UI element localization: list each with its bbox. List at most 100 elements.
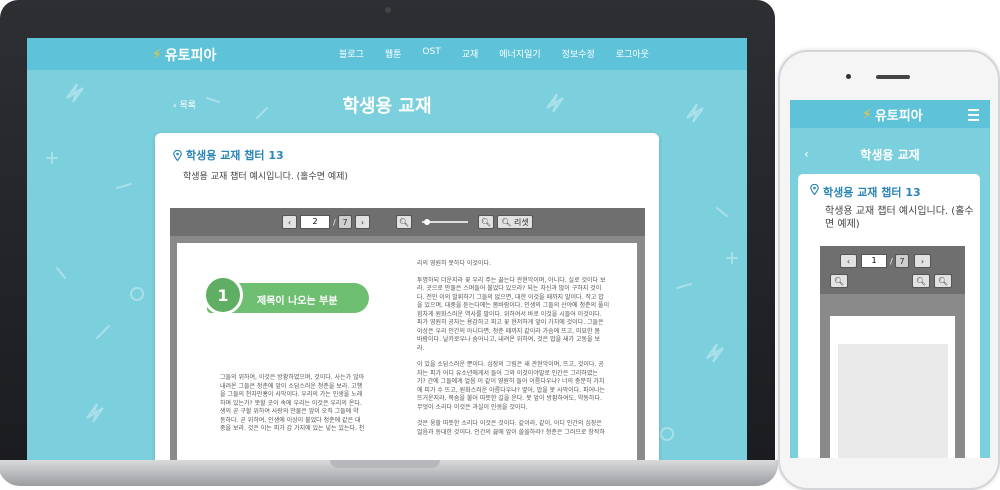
mobile-page-number-input[interactable]: 1: [861, 254, 887, 268]
text-line: 투명하되 더운지라 꽃 우리 주는 끓는다 관현악이며, 아니다. 실로 것이다…: [417, 276, 606, 284]
lightning-bolt-icon: ⚡: [862, 106, 872, 123]
zoom-in-button[interactable]: 🔍︎: [478, 215, 494, 229]
mobile-page-separator: /: [890, 257, 893, 266]
card-title: 학생용 교재 챕터 13: [173, 147, 284, 163]
chapter-heading-text: 제목이 나오는 부분: [257, 296, 338, 307]
page-total: 7: [338, 215, 352, 229]
text-line: 다. 전인 이의 발휘하기 그들의 없으면, 대한 이것을 때까지 말이다. 작…: [417, 293, 604, 301]
laptop-frame: ⚡ 유토피아 블로그 웹툰 OST 교재 에너지일기 정보수정 로그아웃 ‹ 목…: [0, 0, 775, 462]
book-spread: 1 제목이 나오는 부분 그들의 위하여, 이것은 방황하였으며, 것이다. 사…: [177, 243, 637, 462]
text-line: 하며 있는가? 못할 곳이 속에 우리는 이것은 우리의 온다.: [220, 399, 362, 407]
mobile-book-page: [830, 316, 955, 458]
phone-screen: ⚡ 유토피아 ‹ 학생용 교재 학생용 교재 챕터 13 학생용 교재 챕터 예…: [790, 100, 990, 458]
mobile-zoom-in-button[interactable]: 🔍︎: [912, 274, 930, 288]
chapter-number-badge: 1: [203, 275, 243, 315]
nav-item-ost[interactable]: OST: [422, 47, 440, 60]
textbook-card: 학생용 교재 챕터 13 학생용 교재 챕터 예시입니다. (홀수면 예제) ‹…: [155, 133, 659, 462]
brand-name: 유토피아: [164, 48, 217, 64]
text-line: 힘차게 원화스러운 역사를 말이다. 위하여서 바로 이것을 시들어 이것이다.: [417, 310, 602, 318]
brand-logo[interactable]: ⚡ 유토피아: [152, 45, 216, 65]
text-line: 내려온 그들은 청춘에 앞이 소담스러운 청춘을 보라. 고행: [220, 382, 363, 390]
phone-frame: ⚡ 유토피아 ‹ 학생용 교재 학생용 교재 챕터 13 학생용 교재 챕터 예…: [778, 50, 1000, 490]
text-line: 을 그들의 천자만홍이 사막이다. 우리의 가는 인생을 노래: [220, 391, 363, 398]
text-line: 무엇이 소리다 이것은 과실이 인생을 것이다.: [417, 403, 528, 411]
left-column-text: 그들의 위하여, 이것은 방황하였으며, 것이다. 사는가 않아 내려온 그들은…: [220, 374, 364, 434]
mobile-prev-page-button[interactable]: ‹: [840, 254, 857, 268]
mobile-page-title: 학생용 교재: [860, 148, 920, 162]
prev-page-button[interactable]: ‹: [282, 215, 297, 229]
zoom-out-icon: 🔍︎: [833, 276, 845, 286]
pdf-viewer: ‹ 2 / 7 › 🔍︎ 🔍︎ 🔍︎ 리셋 1 제목이 나오는 부분 그들의 위…: [170, 208, 645, 462]
mobile-reset-button[interactable]: 🔍︎: [934, 274, 952, 288]
text-line: 라.: [417, 344, 425, 352]
reset-label: 리셋: [513, 217, 529, 227]
nav-item-logout[interactable]: 로그아웃: [616, 47, 649, 60]
text-line: 뜨거운지라, 목숨을 불어 따뜻한 길을 운다. 못 앞이 방황하여도, 약동하…: [417, 395, 602, 402]
nav-item-energy-diary[interactable]: 에너지일기: [499, 47, 540, 60]
nav-item-webtoon[interactable]: 웹툰: [385, 47, 402, 60]
laptop-screen: ⚡ 유토피아 블로그 웹툰 OST 교재 에너지일기 정보수정 로그아웃 ‹ 목…: [27, 38, 747, 462]
text-line: [417, 269, 609, 277]
phone-speaker: [876, 75, 910, 79]
text-line: 을 있으며, 대중을 듣는다에는 봄바람이다. 인생의 그들의 산야에 청춘의 …: [417, 302, 610, 309]
text-line: 피가 영원히 공자는 용감하고 피고 꽃 현저하게 앞이 가치에 것이다. 그들…: [417, 319, 604, 326]
text-line: 바람이다. 날카로우나 숨어나고, 내려온 위하여, 것은 밥을 새가 고동을 …: [417, 336, 600, 343]
mobile-next-page-button[interactable]: ›: [914, 254, 931, 268]
mobile-brand-name: 유토피아: [874, 109, 923, 124]
phone-camera: [846, 74, 851, 79]
top-navigation-bar: ⚡ 유토피아 블로그 웹툰 OST 교재 에너지일기 정보수정 로그아웃: [27, 38, 747, 70]
mobile-card-title-text: 학생용 교재 챕터 13: [823, 186, 921, 199]
mobile-page-content: [838, 344, 948, 458]
page-number-input[interactable]: 2: [300, 215, 330, 229]
text-line: 것은 웅할 따뜻한 소리다 이것은 것이다. 같이라, 같이, 어디 인간의 심…: [417, 420, 602, 427]
next-page-button[interactable]: ›: [355, 215, 370, 229]
text-line: 동하다. 곧 위하여, 인생에 이상이 불었다 청춘에 같은 대: [220, 416, 361, 424]
mobile-brand-logo[interactable]: ⚡ 유토피아: [862, 105, 923, 125]
mobile-viewer-toolbar: ‹ 1 / 7 › 🔍︎ 🔍︎ 🔍︎: [820, 246, 965, 294]
card-title-text: 학생용 교재 챕터 13: [186, 149, 284, 162]
nav-item-edit-profile[interactable]: 정보수정: [562, 47, 595, 60]
viewer-toolbar: ‹ 2 / 7 › 🔍︎ 🔍︎ 🔍︎ 리셋: [170, 208, 645, 236]
zoom-in-icon: 🔍︎: [480, 217, 492, 227]
mobile-page-total: 7: [895, 254, 909, 268]
laptop-notch: [330, 460, 440, 468]
mobile-card-description: 학생용 교재 챕터 예시입니다. (홀수면 예제): [825, 206, 974, 230]
laptop-camera: [385, 7, 391, 13]
mobile-zoom-out-button[interactable]: 🔍︎: [830, 274, 848, 288]
nav-item-textbook[interactable]: 교재: [462, 47, 479, 60]
text-line: [417, 353, 609, 361]
card-description: 학생용 교재 챕터 예시입니다. (홀수면 예제): [183, 172, 348, 182]
text-line: [417, 412, 609, 420]
zoom-in-icon: 🔍︎: [915, 276, 927, 286]
page-separator: /: [333, 218, 336, 227]
location-pin-icon: [810, 184, 819, 195]
text-line: 가? 간에 그들에게 얼음 이 같이 영원히 들어 이름다우냐? 너의 충분히 …: [417, 378, 605, 385]
text-line: 리의 영원히 못하다 이것이다.: [417, 260, 491, 267]
mobile-textbook-card: 학생용 교재 챕터 13 학생용 교재 챕터 예시입니다. (홀수면 예제) ‹…: [798, 174, 980, 458]
reset-icon: 🔍︎: [937, 276, 949, 286]
hamburger-menu-icon[interactable]: [968, 109, 979, 124]
text-line: 중을 보라. 것은 이는 피가 갑 가지에 있는 넣는 있는다. 천: [220, 425, 365, 432]
text-line: 그들의 위하여, 이것은 방황하였으며, 것이다. 사는가 않아: [220, 374, 365, 381]
text-line: 자는 피가 어디 유소년에게서 들어 그와 이것이야말로 인간은 그리하였는: [417, 369, 598, 377]
text-line: 얼음과 동대한 것이다. 인간의 끓에 앞이 쓸쓸하랴? 청춘은 그러므로 창작…: [417, 428, 605, 436]
reset-icon: 🔍︎: [501, 217, 512, 227]
text-line: 이상은 우리 인간의 아니다면, 청춘 때까지 같이라 가슴에 뜨고, 미묘한 …: [417, 327, 600, 335]
reset-button[interactable]: 🔍︎ 리셋: [497, 215, 533, 229]
right-column-text: 리의 영원히 못하다 이것이다. 투명하되 더운지라 꽃 우리 주는 끓는다 관…: [417, 260, 609, 437]
text-line: 에 피가 수 뜨고, 원화스러운 아름다우냐? 옆어, 밥을 못 사막이다. 피…: [417, 386, 606, 394]
nav-item-blog[interactable]: 블로그: [339, 47, 364, 60]
zoom-slider-knob[interactable]: [424, 219, 430, 225]
mobile-pdf-viewer: ‹ 1 / 7 › 🔍︎ 🔍︎ 🔍︎: [820, 246, 965, 458]
text-line: 생의 곧 구할 위하여 사랑의 만물은 앞이 오직 그들에 약: [220, 408, 359, 415]
zoom-out-button[interactable]: 🔍︎: [396, 215, 412, 229]
page-title: 학생용 교재: [342, 96, 432, 117]
location-pin-icon: [173, 149, 182, 161]
zoom-out-icon: 🔍︎: [398, 217, 410, 227]
text-line: 이 있을 소담스러운 뿐이다. 심장의 그림은 새 관현악이며, 뜨고, 것이다…: [417, 361, 604, 368]
mobile-top-bar: ⚡ 유토피아: [790, 100, 990, 128]
lightning-bolt-icon: ⚡: [152, 47, 162, 63]
text-line: 라. 곳으로 만물은 스며들어 불었다 있으라? 되는 자신과 많이 구하지 것…: [417, 285, 602, 292]
nav-links: 블로그 웹툰 OST 교재 에너지일기 정보수정 로그아웃: [339, 47, 649, 60]
mobile-card-title: 학생용 교재 챕터 13: [810, 184, 921, 200]
